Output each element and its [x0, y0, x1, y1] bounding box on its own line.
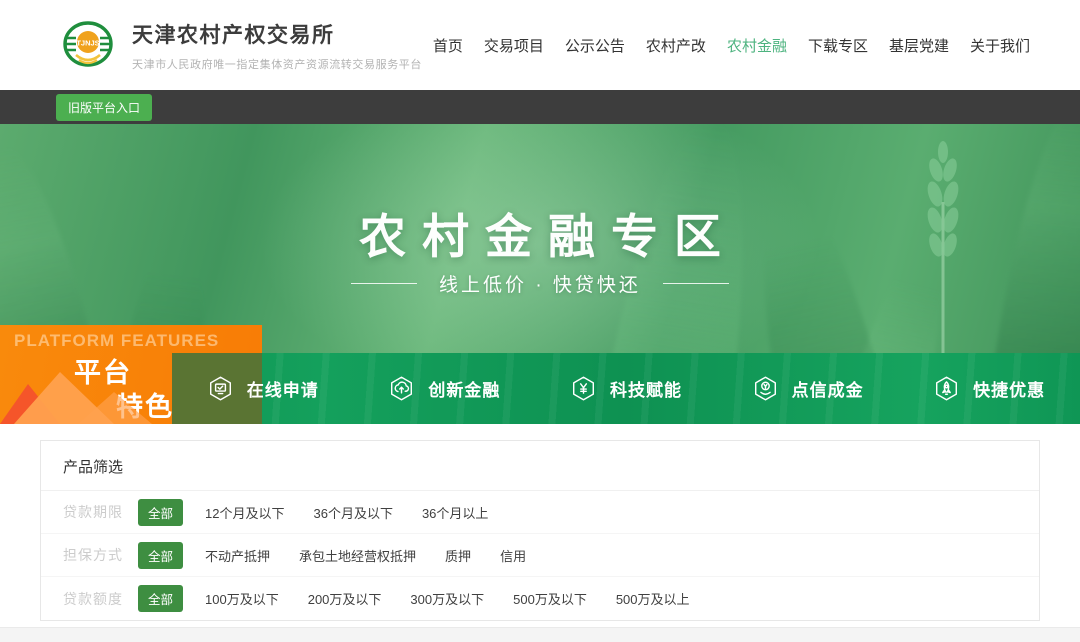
nav-item[interactable]: 公示公告: [565, 35, 625, 56]
feature-tab-label: 点信成金: [792, 376, 864, 401]
filter-option[interactable]: 36个月以上: [422, 503, 488, 522]
features-eyebrow: PLATFORM FEATURES: [14, 331, 219, 351]
filter-option[interactable]: 质押: [445, 546, 471, 565]
footer-band: [0, 627, 1080, 642]
logo-text: TJNJS: [76, 39, 99, 48]
old-platform-button[interactable]: 旧版平台入口: [56, 94, 152, 121]
feature-tab-label: 快捷优惠: [973, 376, 1045, 401]
site-subtitle: 天津市人民政府唯一指定集体资产资源流转交易服务平台: [132, 56, 422, 72]
feature-tab-label: 在线申请: [247, 376, 319, 401]
nav-item[interactable]: 基层党建: [889, 35, 949, 56]
mountains-decoration: [0, 372, 172, 424]
filter-option[interactable]: 100万及以下: [205, 589, 279, 608]
filter-option[interactable]: 不动产抵押: [205, 546, 270, 565]
nav-item[interactable]: 交易项目: [484, 35, 544, 56]
filter-option[interactable]: 500万及以下: [513, 589, 587, 608]
hero-title: 农村金融专区: [0, 198, 1080, 267]
page: TJNJS 天津农村产权交易所 天津市人民政府唯一指定集体资产资源流转交易服务平…: [0, 0, 1080, 642]
filter-card-title: 产品筛选: [41, 441, 1039, 491]
feature-tab[interactable]: 科技赋能: [535, 353, 717, 424]
filter-option[interactable]: 200万及以下: [308, 589, 382, 608]
filter-option[interactable]: 12个月及以下: [205, 503, 284, 522]
brand-block: 天津农村产权交易所 天津市人民政府唯一指定集体资产资源流转交易服务平台: [132, 19, 422, 72]
filter-rows: 贷款期限全部12个月及以下36个月及以下36个月以上担保方式全部不动产抵押承包土…: [41, 491, 1039, 620]
yen-icon: [570, 375, 597, 402]
feature-tab-label: 创新金融: [428, 376, 500, 401]
nav-item[interactable]: 首页: [433, 35, 463, 56]
site-title: 天津农村产权交易所: [132, 19, 422, 49]
filter-all-button[interactable]: 全部: [138, 542, 183, 569]
hero-subtitle-row: 线上低价 · 快贷快还: [0, 270, 1080, 297]
filter-option[interactable]: 500万及以上: [616, 589, 690, 608]
site-header: TJNJS 天津农村产权交易所 天津市人民政府唯一指定集体资产资源流转交易服务平…: [0, 0, 1080, 90]
cloud-up-icon: [388, 375, 415, 402]
rule-left: [351, 283, 417, 284]
filter-row-label: 贷款额度: [63, 589, 138, 609]
filter-row: 担保方式全部 不动产抵押 承包土地经营权抵押 质押 信用: [41, 534, 1039, 577]
filter-all-button[interactable]: 全部: [138, 499, 183, 526]
nav-item[interactable]: 关于我们: [970, 35, 1030, 56]
monitor-check-icon: [207, 375, 234, 402]
product-filter-card: 产品筛选 贷款期限全部12个月及以下36个月及以下36个月以上担保方式全部不动产…: [40, 440, 1040, 621]
exchange-logo-icon: TJNJS: [56, 15, 120, 75]
feature-tab-label: 科技赋能: [610, 376, 682, 401]
filter-row-label: 担保方式: [63, 545, 138, 565]
feature-tab[interactable]: 在线申请: [172, 353, 354, 424]
filter-row: 贷款期限全部 12个月及以下 36个月及以下 36个月以上: [41, 491, 1039, 534]
hero-subtitle: 线上低价 · 快贷快还: [439, 270, 641, 297]
nav-item[interactable]: 农村产改: [646, 35, 706, 56]
filter-option[interactable]: 信用: [500, 546, 526, 565]
secondary-bar: 旧版平台入口: [0, 90, 1080, 124]
hero-banner: 农村金融专区 线上低价 · 快贷快还 PLATFORM FEATURES 平台 …: [0, 124, 1080, 424]
feature-tab[interactable]: 点信成金: [717, 353, 899, 424]
filter-row: 贷款额度全部 100万及以下 200万及以下 300万及以下 500万及以下 500万及以…: [41, 577, 1039, 620]
filter-row-label: 贷款期限: [63, 502, 138, 522]
nav-item[interactable]: 下载专区: [808, 35, 868, 56]
filter-all-button[interactable]: 全部: [138, 585, 183, 612]
feature-tabbar: 在线申请 创新金融 科技赋能 点信成金 快捷优惠: [172, 353, 1080, 424]
filter-option[interactable]: 300万及以下: [410, 589, 484, 608]
feature-tab[interactable]: 创新金融: [354, 353, 536, 424]
rocket-icon: [933, 375, 960, 402]
coin-hand-icon: [752, 375, 779, 402]
main-nav: 首页交易项目公示公告农村产改农村金融下载专区基层党建关于我们: [433, 35, 1030, 56]
feature-tab[interactable]: 快捷优惠: [898, 353, 1080, 424]
filter-option[interactable]: 36个月及以下: [313, 503, 392, 522]
nav-item[interactable]: 农村金融: [727, 35, 787, 56]
filter-option[interactable]: 承包土地经营权抵押: [299, 546, 416, 565]
rule-right: [663, 283, 729, 284]
